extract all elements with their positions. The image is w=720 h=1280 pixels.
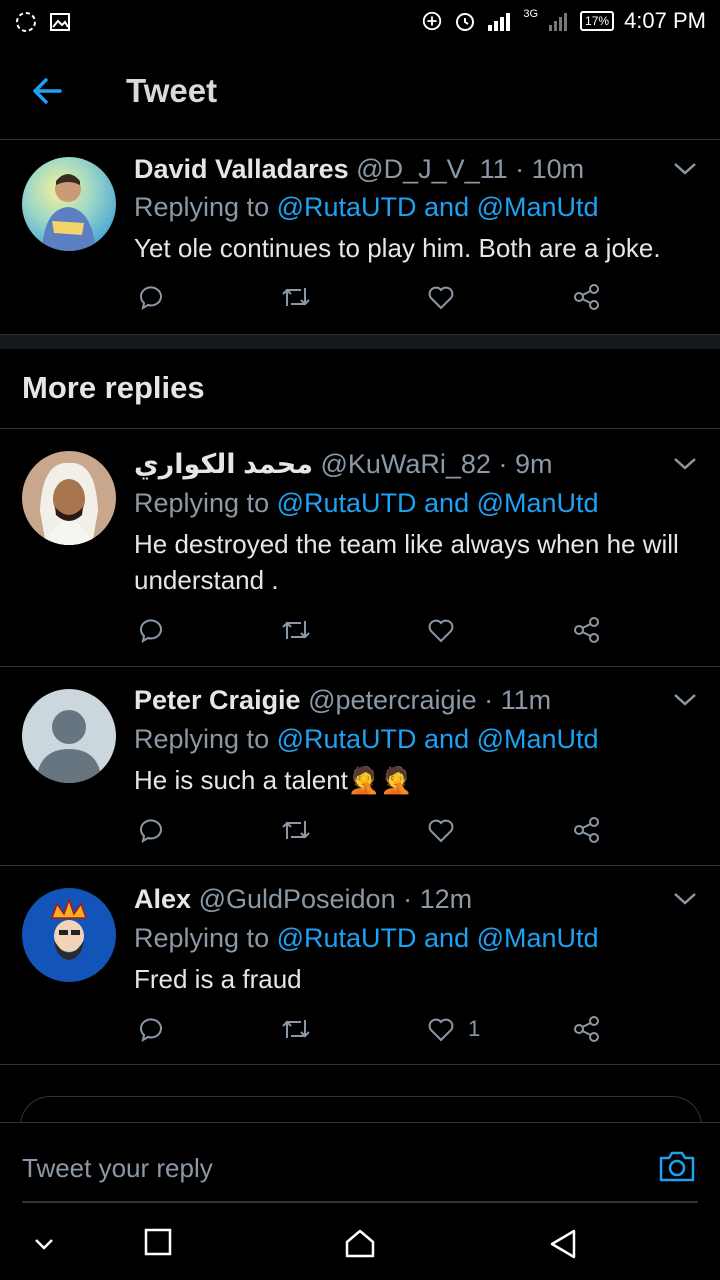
- status-clock: 4:07 PM: [624, 8, 706, 33]
- share-icon: [574, 617, 599, 643]
- reply-button[interactable]: [136, 282, 166, 312]
- signal-icon: [488, 13, 511, 31]
- system-nav-bar: [0, 1208, 720, 1280]
- reply-icon: [140, 286, 162, 311]
- like-button[interactable]: [426, 615, 456, 645]
- camera-icon[interactable]: [658, 1149, 696, 1183]
- share-icon: [574, 817, 599, 843]
- like-count: 1: [468, 1016, 481, 1041]
- replying-prefix: Replying to: [134, 488, 270, 518]
- avatar[interactable]: [22, 451, 116, 545]
- network-type: 3G: [523, 8, 539, 20]
- reply-icon: [140, 619, 162, 644]
- replying-to-link[interactable]: @RutaUTD and @ManUtd: [277, 923, 599, 953]
- top-app-bar: Tweet: [0, 44, 720, 140]
- replying-to-link[interactable]: @RutaUTD and @ManUtd: [277, 724, 599, 754]
- tweet-text: He destroyed the team like always when h…: [134, 529, 679, 595]
- tweet-text: He is such a talent🤦🤦: [134, 765, 413, 795]
- tweet-text: Yet ole continues to play him. Both are …: [134, 233, 661, 263]
- replying-prefix: Replying to: [134, 192, 270, 222]
- reply-icon: [140, 1018, 162, 1043]
- battery-indicator: 17%: [580, 11, 615, 31]
- divider: [22, 1201, 698, 1203]
- share-button[interactable]: [572, 615, 602, 645]
- share-icon: [574, 1016, 599, 1042]
- author-handle: @petercraigie · 11m: [308, 685, 552, 715]
- chevron-down-icon[interactable]: [672, 691, 698, 709]
- alarm-icon: [456, 13, 475, 31]
- reply-composer: Tweet your reply: [0, 1122, 720, 1203]
- back-arrow-icon[interactable]: [30, 74, 64, 108]
- retweet-icon: [282, 1020, 310, 1038]
- share-button[interactable]: [572, 1014, 602, 1044]
- signal-weak-icon: [549, 13, 568, 31]
- retweet-icon: [282, 288, 310, 306]
- image-icon: [50, 13, 70, 31]
- author-name[interactable]: Alex: [134, 884, 191, 914]
- like-button[interactable]: [426, 815, 456, 845]
- like-icon: [428, 1018, 454, 1042]
- replying-prefix: Replying to: [134, 724, 270, 754]
- reply-input[interactable]: Tweet your reply: [22, 1153, 213, 1184]
- share-button[interactable]: [572, 815, 602, 845]
- chevron-down-icon[interactable]: [32, 1234, 56, 1254]
- home-icon[interactable]: [344, 1228, 376, 1258]
- back-icon[interactable]: [548, 1228, 578, 1260]
- reply-button[interactable]: [136, 815, 166, 845]
- sync-icon: [16, 12, 36, 32]
- author-name[interactable]: محمد الكواري: [134, 449, 313, 479]
- retweet-icon: [282, 821, 310, 839]
- author-handle: @GuldPoseidon · 12m: [198, 884, 473, 914]
- like-button[interactable]: 1: [426, 1014, 480, 1044]
- author-name[interactable]: Peter Craigie: [134, 685, 301, 715]
- retweet-button[interactable]: [279, 282, 313, 312]
- recents-icon[interactable]: [144, 1228, 172, 1256]
- author-handle: @KuWaRi_82 · 9m: [320, 449, 553, 479]
- reply-tweet[interactable]: Peter Craigie @petercraigie · 11m Replyi…: [0, 667, 720, 866]
- retweet-icon: [282, 621, 310, 639]
- reply-button[interactable]: [136, 1014, 166, 1044]
- reply-tweet[interactable]: Alex @GuldPoseidon · 12m Replying to @Ru…: [0, 866, 720, 1065]
- retweet-button[interactable]: [279, 615, 313, 645]
- reply-button[interactable]: [136, 615, 166, 645]
- more-replies-heading: More replies: [22, 370, 205, 405]
- avatar[interactable]: [22, 157, 116, 251]
- retweet-button[interactable]: [279, 815, 313, 845]
- reply-icon: [140, 819, 162, 844]
- chevron-down-icon[interactable]: [672, 160, 698, 178]
- like-icon: [428, 286, 454, 310]
- replying-to-link[interactable]: @RutaUTD and @ManUtd: [277, 488, 599, 518]
- main-tweet[interactable]: David Valladares @D_J_V_11 · 10m Replyin…: [0, 140, 720, 335]
- status-bar: 3G 17% 4:07 PM: [0, 0, 720, 44]
- replying-prefix: Replying to: [134, 923, 270, 953]
- chevron-down-icon[interactable]: [672, 890, 698, 908]
- like-button[interactable]: [426, 282, 456, 312]
- author-handle: @D_J_V_11 · 10m: [356, 154, 585, 184]
- author-name[interactable]: David Valladares: [134, 154, 349, 184]
- reply-tweet[interactable]: محمد الكواري @KuWaRi_82 · 9m Replying to…: [0, 429, 720, 667]
- share-button[interactable]: [572, 282, 602, 312]
- avatar[interactable]: [22, 888, 116, 982]
- share-icon: [574, 284, 599, 310]
- tweet-text: Fred is a fraud: [134, 964, 302, 994]
- chevron-down-icon[interactable]: [672, 455, 698, 473]
- data-saver-icon: [423, 11, 442, 31]
- avatar[interactable]: [22, 689, 116, 783]
- like-icon: [428, 619, 454, 643]
- retweet-button[interactable]: [279, 1014, 313, 1044]
- section-divider: [0, 335, 720, 349]
- replying-to-link[interactable]: @RutaUTD and @ManUtd: [277, 192, 599, 222]
- page-title: Tweet: [126, 72, 218, 109]
- like-icon: [428, 819, 454, 843]
